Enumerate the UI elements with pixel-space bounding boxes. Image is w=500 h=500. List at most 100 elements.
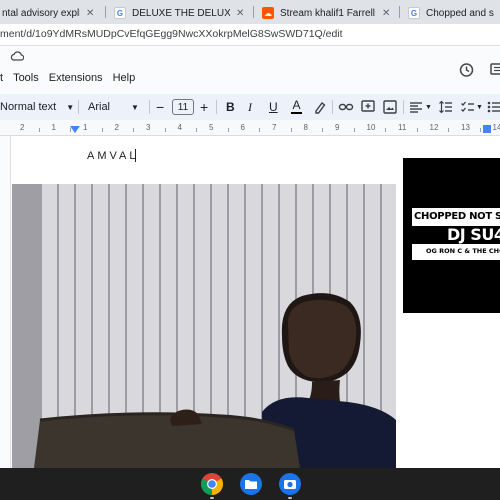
add-comment-icon[interactable] bbox=[360, 99, 376, 115]
bulleted-list-icon[interactable] bbox=[486, 99, 500, 115]
ruler-tick bbox=[416, 128, 418, 132]
ruler-number: 1 bbox=[51, 123, 56, 132]
ruler-number: 13 bbox=[461, 123, 470, 132]
ruler-tick bbox=[322, 128, 324, 132]
decrease-font-size-button[interactable]: − bbox=[156, 94, 164, 120]
underline-button[interactable]: U bbox=[269, 94, 278, 120]
bold-icon: B bbox=[226, 100, 235, 114]
align-left-icon[interactable] bbox=[408, 99, 424, 115]
os-shelf bbox=[0, 468, 500, 500]
comments-icon[interactable] bbox=[490, 62, 500, 78]
camera-icon[interactable] bbox=[278, 472, 302, 496]
google-g-icon: G bbox=[408, 7, 420, 19]
left-indent-marker[interactable] bbox=[70, 126, 80, 133]
font-size-field[interactable]: 11 bbox=[172, 94, 194, 120]
underline-icon: U bbox=[269, 100, 278, 114]
close-icon[interactable]: ✕ bbox=[382, 8, 392, 19]
italic-button[interactable]: I bbox=[248, 94, 252, 120]
chrome-icon[interactable] bbox=[200, 472, 224, 496]
close-icon[interactable]: ✕ bbox=[86, 8, 96, 19]
ruler-number: 2 bbox=[114, 123, 119, 132]
ruler-number: 5 bbox=[209, 123, 214, 132]
paragraph-style-select[interactable]: Normal text ▼ bbox=[0, 94, 74, 120]
ruler-tick bbox=[70, 128, 72, 132]
version-history-icon[interactable] bbox=[458, 62, 474, 78]
ruler-number: 10 bbox=[366, 123, 376, 132]
ruler-number: 2 bbox=[20, 123, 25, 132]
right-indent-marker[interactable] bbox=[483, 125, 491, 133]
highlight-pen-icon[interactable] bbox=[312, 99, 328, 115]
close-icon[interactable]: ✕ bbox=[236, 8, 246, 19]
tab-title: Chopped and screwe bbox=[426, 7, 494, 19]
ruler-number: 12 bbox=[429, 123, 439, 132]
ruler-number: 14 bbox=[492, 123, 500, 132]
text-color-button[interactable]: A bbox=[291, 94, 302, 120]
ruler[interactable]: 2 1 1 2 3 4 5 6 7 8 9 10 11 12 13 14 bbox=[0, 120, 500, 136]
cloud-saved-icon[interactable] bbox=[10, 50, 24, 62]
ruler-tick bbox=[101, 128, 103, 132]
tab-title: ntal advisory explicit co bbox=[2, 7, 80, 19]
ruler-tick bbox=[353, 128, 355, 132]
checklist-icon[interactable] bbox=[460, 99, 476, 115]
document-body-text[interactable]: AMVAL bbox=[87, 150, 138, 162]
menu-extensions[interactable]: Extensions bbox=[49, 72, 103, 84]
files-icon[interactable] bbox=[239, 472, 263, 496]
text-cursor bbox=[135, 149, 136, 162]
album-cover-line2: DJ SU4 bbox=[447, 225, 500, 244]
screen: ntal advisory explicit co ✕ G DELUXE THE… bbox=[0, 0, 500, 500]
address-bar[interactable]: ment/d/1o9YdMRsMUDpCvEfqGEgg9NwcXXokrpMe… bbox=[0, 24, 500, 46]
ruler-tick bbox=[479, 128, 481, 132]
italic-icon: I bbox=[248, 99, 252, 114]
google-g-icon: G bbox=[114, 7, 126, 19]
menu-format[interactable]: t bbox=[0, 72, 3, 84]
ruler-number: 9 bbox=[335, 123, 340, 132]
ruler-tick bbox=[448, 128, 450, 132]
ruler-number: 3 bbox=[146, 123, 151, 132]
dropdown-arrow-icon[interactable]: ▼ bbox=[476, 94, 483, 120]
dropdown-arrow-icon: ▼ bbox=[66, 102, 75, 112]
album-cover-line1: CHOPPED NOT S bbox=[414, 211, 500, 222]
browser-tab-1[interactable]: ntal advisory explicit co ✕ bbox=[0, 2, 102, 24]
tab-title: DELUXE THE DELUXE ALBUM bbox=[132, 7, 230, 19]
dropdown-arrow-icon[interactable]: ▼ bbox=[425, 94, 432, 120]
tab-title: Stream khalif1 Farrell | Liste bbox=[280, 7, 376, 19]
formatting-toolbar: Normal text ▼ Arial ▼ − 11 + B I U A ▼ ▼ bbox=[0, 94, 500, 120]
browser-tab-2[interactable]: G DELUXE THE DELUXE ALBUM ✕ bbox=[108, 2, 252, 24]
menu-bar: t Tools Extensions Help bbox=[0, 72, 135, 84]
ruler-tick bbox=[133, 128, 135, 132]
url-text[interactable]: ment/d/1o9YdMRsMUDpCvEfqGEgg9NwcXXokrpMe… bbox=[0, 28, 343, 40]
paragraph-style-label: Normal text bbox=[0, 101, 57, 113]
text-color-swatch bbox=[291, 112, 302, 114]
font-family-select[interactable]: Arial ▼ bbox=[88, 94, 139, 120]
plus-icon: + bbox=[200, 99, 209, 115]
dropdown-arrow-icon: ▼ bbox=[131, 102, 139, 112]
browser-tab-4[interactable]: G Chopped and screwe bbox=[402, 2, 500, 24]
ruler-number: 8 bbox=[303, 123, 308, 132]
line-spacing-icon[interactable] bbox=[438, 99, 454, 115]
ruler-tick bbox=[259, 128, 261, 132]
browser-tab-3[interactable]: ☁ Stream khalif1 Farrell | Liste ✕ bbox=[256, 2, 398, 24]
ruler-tick bbox=[38, 128, 40, 132]
ruler-number: 11 bbox=[398, 123, 407, 132]
ruler-tick bbox=[290, 128, 292, 132]
ruler-number: 6 bbox=[240, 123, 245, 132]
browser-tab-strip: ntal advisory explicit co ✕ G DELUXE THE… bbox=[0, 0, 500, 24]
embedded-photo[interactable] bbox=[12, 184, 396, 468]
menu-help[interactable]: Help bbox=[113, 72, 136, 84]
font-size-value[interactable]: 11 bbox=[172, 99, 194, 115]
ruler-number: 4 bbox=[177, 123, 182, 132]
text-color-icon: A bbox=[292, 98, 301, 112]
minus-icon: − bbox=[156, 99, 165, 115]
ruler-number: 1 bbox=[83, 123, 88, 132]
album-cover-line3: OG RON C & THE CHO bbox=[426, 247, 500, 255]
insert-link-icon[interactable] bbox=[338, 99, 354, 115]
insert-image-icon[interactable] bbox=[382, 99, 398, 115]
menu-tools[interactable]: Tools bbox=[13, 72, 39, 84]
album-cover-image[interactable]: CHOPPED NOT S DJ SU4 OG RON C & THE CHO bbox=[403, 158, 500, 313]
ruler-tick bbox=[196, 128, 198, 132]
ruler-tick bbox=[385, 128, 387, 132]
increase-font-size-button[interactable]: + bbox=[200, 94, 208, 120]
ruler-number: 7 bbox=[272, 123, 277, 132]
bold-button[interactable]: B bbox=[226, 94, 235, 120]
docs-header: t Tools Extensions Help bbox=[0, 46, 500, 94]
